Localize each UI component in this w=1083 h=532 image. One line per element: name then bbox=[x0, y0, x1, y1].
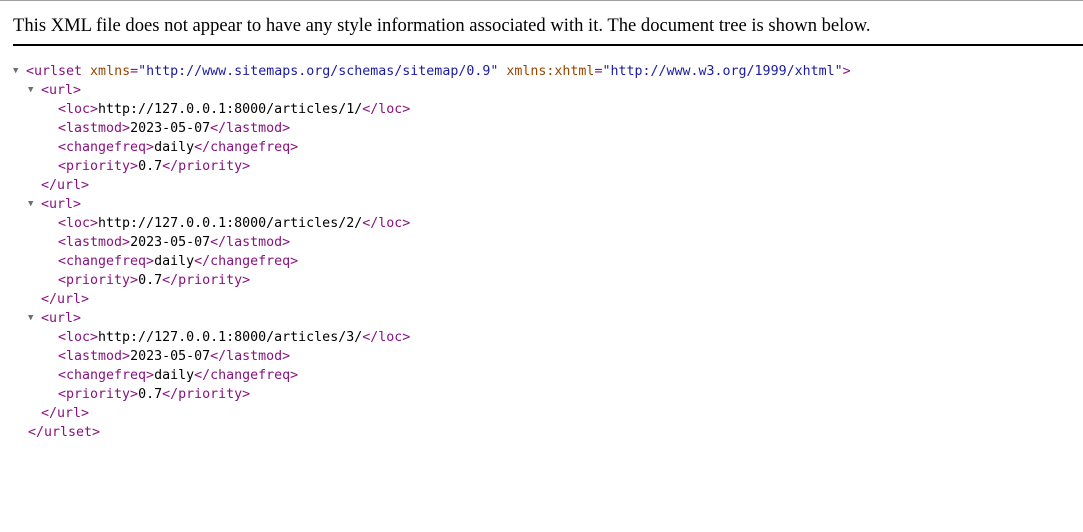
priority-value: 0.7 bbox=[138, 159, 163, 174]
changefreq-close-tag: </changefreq> bbox=[194, 368, 299, 383]
changefreq-value: daily bbox=[154, 140, 195, 155]
priority-line: <priority>0.7</priority> bbox=[13, 385, 851, 404]
triangle-down-icon[interactable]: ▼ bbox=[13, 62, 26, 81]
xmlns-xhtml-attr-name: xmlns:xhtml bbox=[498, 64, 595, 79]
loc-open-tag: <loc> bbox=[58, 330, 99, 345]
changefreq-value: daily bbox=[154, 254, 195, 269]
loc-close-tag: </loc> bbox=[362, 330, 411, 345]
loc-open-tag: <loc> bbox=[58, 216, 99, 231]
urlset-open-tag-end: > bbox=[842, 64, 851, 79]
changefreq-line: <changefreq>daily</changefreq> bbox=[13, 366, 851, 385]
triangle-down-icon[interactable]: ▼ bbox=[28, 309, 41, 328]
changefreq-open-tag: <changefreq> bbox=[58, 254, 155, 269]
loc-value: http://127.0.0.1:8000/articles/1/ bbox=[98, 102, 363, 117]
url-close-tag: </url> bbox=[41, 178, 90, 193]
changefreq-open-tag: <changefreq> bbox=[58, 140, 155, 155]
changefreq-line: <changefreq>daily</changefreq> bbox=[13, 252, 851, 271]
urlset-close-line: </urlset> bbox=[13, 423, 851, 442]
lastmod-open-tag: <lastmod> bbox=[58, 121, 131, 136]
loc-value: http://127.0.0.1:8000/articles/3/ bbox=[98, 330, 363, 345]
xmlns-attr-value: "http://www.sitemaps.org/schemas/sitemap… bbox=[138, 64, 499, 79]
url-close-line: </url> bbox=[13, 290, 851, 309]
xml-document-tree: ▼ <urlset xmlns="http://www.sitemaps.org/… bbox=[13, 62, 851, 442]
triangle-down-icon[interactable]: ▼ bbox=[28, 195, 41, 214]
lastmod-line: <lastmod>2023-05-07</lastmod> bbox=[13, 233, 851, 252]
loc-line: <loc>http://127.0.0.1:8000/articles/1/</… bbox=[13, 100, 851, 119]
triangle-down-icon[interactable]: ▼ bbox=[28, 81, 41, 100]
url-open-line: ▼ <url> bbox=[13, 309, 851, 328]
priority-close-tag: </priority> bbox=[162, 159, 251, 174]
lastmod-open-tag: <lastmod> bbox=[58, 349, 131, 364]
xml-style-notice: This XML file does not appear to have an… bbox=[13, 15, 1083, 46]
lastmod-close-tag: </lastmod> bbox=[210, 349, 291, 364]
changefreq-value: daily bbox=[154, 368, 195, 383]
url-close-tag: </url> bbox=[41, 292, 90, 307]
lastmod-close-tag: </lastmod> bbox=[210, 235, 291, 250]
url-close-tag: </url> bbox=[41, 406, 90, 421]
priority-close-tag: </priority> bbox=[162, 387, 251, 402]
lastmod-open-tag: <lastmod> bbox=[58, 235, 131, 250]
url-open-tag: <url> bbox=[41, 83, 82, 98]
url-close-line: </url> bbox=[13, 176, 851, 195]
loc-line: <loc>http://127.0.0.1:8000/articles/3/</… bbox=[13, 328, 851, 347]
lastmod-line: <lastmod>2023-05-07</lastmod> bbox=[13, 347, 851, 366]
xmlns-attr-name: xmlns bbox=[82, 64, 131, 79]
lastmod-close-tag: </lastmod> bbox=[210, 121, 291, 136]
urlset-open-tag: <urlset bbox=[26, 64, 83, 79]
changefreq-close-tag: </changefreq> bbox=[194, 254, 299, 269]
lastmod-value: 2023-05-07 bbox=[130, 235, 211, 250]
loc-open-tag: <loc> bbox=[58, 102, 99, 117]
urlset-close-tag: </urlset> bbox=[28, 425, 101, 440]
priority-open-tag: <priority> bbox=[58, 159, 139, 174]
xmlns-xhtml-attr-value: "http://www.w3.org/1999/xhtml" bbox=[602, 64, 843, 79]
priority-open-tag: <priority> bbox=[58, 273, 139, 288]
url-close-line: </url> bbox=[13, 404, 851, 423]
priority-line: <priority>0.7</priority> bbox=[13, 157, 851, 176]
url-open-tag: <url> bbox=[41, 197, 82, 212]
lastmod-value: 2023-05-07 bbox=[130, 349, 211, 364]
changefreq-open-tag: <changefreq> bbox=[58, 368, 155, 383]
url-open-line: ▼ <url> bbox=[13, 195, 851, 214]
changefreq-line: <changefreq>daily</changefreq> bbox=[13, 138, 851, 157]
priority-line: <priority>0.7</priority> bbox=[13, 271, 851, 290]
loc-close-tag: </loc> bbox=[362, 216, 411, 231]
loc-line: <loc>http://127.0.0.1:8000/articles/2/</… bbox=[13, 214, 851, 233]
changefreq-close-tag: </changefreq> bbox=[194, 140, 299, 155]
loc-close-tag: </loc> bbox=[362, 102, 411, 117]
lastmod-line: <lastmod>2023-05-07</lastmod> bbox=[13, 119, 851, 138]
priority-value: 0.7 bbox=[138, 387, 163, 402]
priority-value: 0.7 bbox=[138, 273, 163, 288]
attr-equals: = bbox=[130, 64, 139, 79]
lastmod-value: 2023-05-07 bbox=[130, 121, 211, 136]
url-open-tag: <url> bbox=[41, 311, 82, 326]
urlset-open-line: ▼ <urlset xmlns="http://www.sitemaps.org/… bbox=[13, 62, 851, 81]
priority-open-tag: <priority> bbox=[58, 387, 139, 402]
priority-close-tag: </priority> bbox=[162, 273, 251, 288]
url-open-line: ▼ <url> bbox=[13, 81, 851, 100]
loc-value: http://127.0.0.1:8000/articles/2/ bbox=[98, 216, 363, 231]
